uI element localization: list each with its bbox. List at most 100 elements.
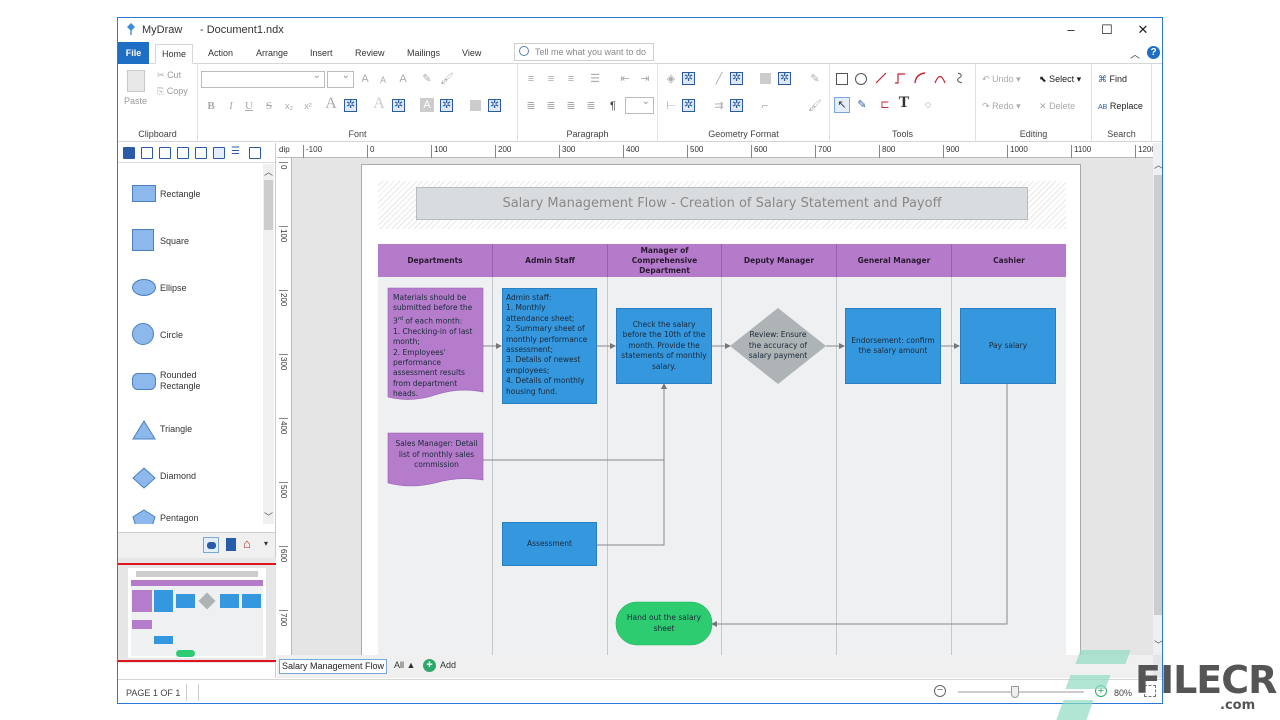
minimize-button[interactable]: – [1053,20,1089,40]
lane-deputy-manager[interactable] [722,244,837,663]
polyline-tool[interactable] [894,72,906,84]
shape-item-diamond[interactable]: Diamond [132,462,262,492]
scroll-up-icon[interactable]: ︿ [263,165,274,178]
superscript-button[interactable]: x² [301,99,315,113]
lane-cashier[interactable] [952,244,1066,663]
freeform-tool[interactable] [954,72,966,84]
node-materials[interactable]: Materials should be submitted before the… [390,289,483,398]
scroll-down-icon[interactable]: ﹀ [1154,638,1162,651]
text-highlight-icon[interactable]: A [420,98,434,112]
tab-action[interactable]: Action [202,44,239,64]
shape-item-rounded-rectangle[interactable]: Rounded Rectangle [132,368,262,398]
shape-item-circle[interactable]: Circle [132,321,262,351]
grow-font-icon[interactable]: A [358,72,372,86]
node-admin-staff[interactable]: Admin staff: 1. Monthly attendance sheet… [502,288,597,404]
lane-header-departments[interactable]: Departments [378,244,493,277]
shape-item-pentagon[interactable]: Pentagon [132,504,262,524]
tab-insert[interactable]: Insert [304,44,339,64]
font-size-select[interactable] [327,70,354,88]
tab-home[interactable]: Home [155,44,194,64]
fit-page-icon[interactable] [1144,685,1156,697]
canvas-area[interactable]: dip -100 0 100 200 300 400 500 600 700 800 900 1000… [277,143,1162,678]
shape-shadow-icon[interactable] [760,73,771,84]
close-library-icon[interactable] [195,147,207,159]
pen-tool[interactable]: ✎ [855,98,869,112]
outline-color-picker-icon[interactable] [392,98,405,112]
underline-button[interactable]: U [242,99,256,113]
select-button[interactable]: ⬉ Select ▾ [1039,74,1081,85]
add-sheet-icon[interactable]: + [423,659,436,672]
curve-tool[interactable] [934,72,946,84]
shapes-panel-icon[interactable] [203,537,219,553]
zoom-slider[interactable] [958,686,1084,698]
zoom-slider-thumb[interactable] [1010,686,1019,698]
paste-button[interactable]: Paste [124,68,148,108]
subscript-button[interactable]: x₂ [282,99,296,113]
maximize-button[interactable]: ☐ [1089,20,1125,40]
font-color-picker-icon[interactable] [344,98,357,112]
lane-header-deputy-manager[interactable]: Deputy Manager [722,244,837,277]
lasso-tool[interactable]: ◌ [921,98,935,112]
paragraph-marks-button[interactable]: ¶ [606,99,620,113]
align-middle-icon[interactable]: ≡ [544,72,558,86]
align-left-icon[interactable]: ≣ [524,99,538,113]
node-assessment[interactable]: Assessment [502,522,597,566]
arc-tool[interactable] [914,72,926,84]
node-review[interactable]: Review: Ensure the accuracy of salary pa… [742,323,814,369]
all-sheets-button[interactable]: All ▲ [394,660,415,670]
scrollbar-thumb[interactable] [1154,175,1162,615]
lane-header-general-manager[interactable]: General Manager [837,244,952,277]
shape-shadow-picker-icon[interactable] [778,71,791,85]
highlight-color-picker-icon[interactable] [440,98,453,112]
home-icon[interactable]: ⌂ [243,536,251,551]
eyedropper-icon[interactable]: ✎ [420,72,434,86]
font-name-select[interactable] [201,70,325,88]
line-end-icon[interactable]: ⇉ [712,99,726,113]
line-start-picker-icon[interactable] [682,98,695,112]
decrease-indent-icon[interactable]: ⇤ [618,72,632,86]
undo-button[interactable]: ↶ Undo ▾ [982,74,1021,85]
tab-mailings[interactable]: Mailings [401,44,446,64]
new-library-icon[interactable] [141,147,153,159]
lane-manager-comprehensive[interactable] [608,244,722,663]
book-icon[interactable] [226,538,236,551]
canvas-vertical-scrollbar[interactable]: ︿ ﹀ [1153,143,1162,655]
increase-indent-icon[interactable]: ⇥ [638,72,652,86]
redo-button[interactable]: ↷ Redo ▾ [982,101,1021,112]
clear-format-icon[interactable]: A [396,72,410,86]
tab-arrange[interactable]: Arrange [250,44,294,64]
bold-button[interactable]: B [204,99,218,113]
shape-item-square[interactable]: Square [132,227,262,257]
shape-item-triangle[interactable]: Triangle [132,415,262,445]
lane-header-manager-comprehensive[interactable]: Manager of Comprehensive Department [608,244,722,277]
panel-view-icon[interactable] [249,147,261,159]
connector-style-icon[interactable]: ⌐ [758,99,772,113]
lane-header-admin-staff[interactable]: Admin Staff [493,244,608,277]
collapse-ribbon-icon[interactable]: ︿ [1130,46,1140,61]
connector-tool[interactable]: ⊏ [878,98,892,112]
justify-icon[interactable]: ≣ [584,99,598,113]
delete-button[interactable]: ✕ Delete [1039,101,1075,112]
line-spacing-select[interactable] [625,96,654,114]
copy-button[interactable]: ⎘ Copy [157,86,188,97]
zoom-in-icon[interactable]: + [1095,685,1107,697]
node-pay-salary[interactable]: Pay salary [960,308,1056,384]
scrollbar-thumb[interactable] [264,180,273,230]
line-color-icon[interactable]: ╱ [712,72,726,86]
save-library-icon[interactable] [177,147,189,159]
tab-review[interactable]: Review [349,44,391,64]
rectangle-tool[interactable] [836,73,848,85]
panel-menu-icon[interactable]: ▾ [264,539,268,548]
align-right-icon[interactable]: ≣ [564,99,578,113]
help-icon[interactable]: ? [1147,46,1160,59]
align-top-icon[interactable]: ≡ [524,72,538,86]
font-color-icon[interactable]: A [324,96,338,112]
italic-button[interactable]: I [224,99,238,113]
diagram-title[interactable]: Salary Management Flow - Creation of Sal… [416,187,1028,220]
find-button[interactable]: ⌘ Find [1098,74,1127,85]
shrink-font-icon[interactable]: A [376,73,390,87]
text-outline-icon[interactable]: A [372,96,386,112]
format-painter-icon[interactable]: 🖌 [440,72,454,86]
line-end-picker-icon[interactable] [730,98,743,112]
bullets-icon[interactable]: ☰ [588,72,602,86]
